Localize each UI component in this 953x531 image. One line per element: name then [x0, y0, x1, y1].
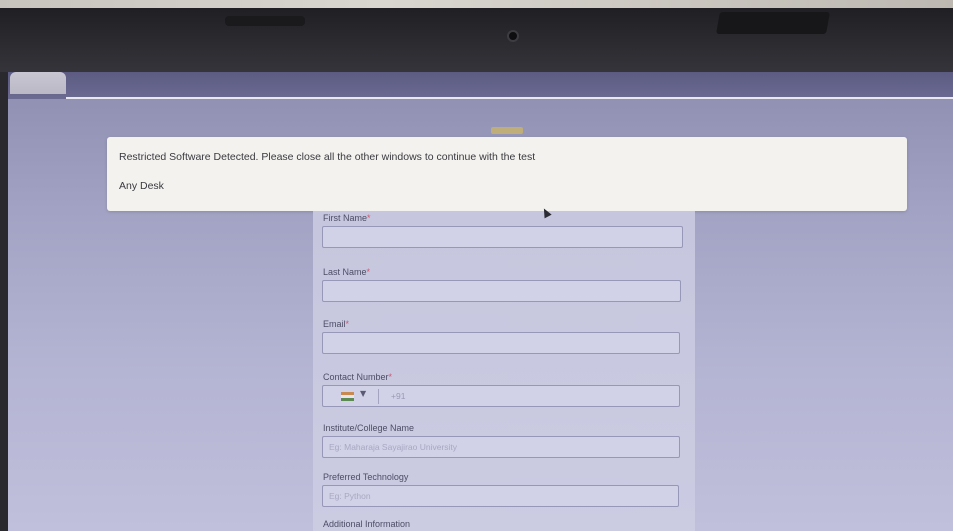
bezel-sensor	[225, 16, 305, 26]
laptop-bezel	[0, 0, 953, 72]
preferred-technology-input[interactable]: Eg: Python	[322, 485, 679, 507]
last-name-label: Last Name*	[323, 267, 371, 277]
dial-code: +91	[391, 391, 406, 401]
alert-message: Restricted Software Detected. Please clo…	[119, 151, 536, 163]
header-logo	[491, 127, 523, 134]
contact-number-label: Contact Number*	[323, 372, 393, 382]
registration-form: First Name* Last Name* Email* Contact Nu…	[313, 211, 695, 531]
contact-number-field[interactable]: ▼ +91	[322, 385, 680, 407]
browser-screen: Restricted Software Detected. Please clo…	[8, 72, 953, 531]
email-input[interactable]	[322, 332, 680, 354]
browser-tab-bar	[8, 72, 953, 99]
browser-tab[interactable]	[10, 72, 66, 94]
restricted-software-alert: Restricted Software Detected. Please clo…	[107, 137, 907, 211]
first-name-input[interactable]	[322, 226, 683, 248]
india-flag-icon[interactable]	[341, 392, 354, 401]
tab-bar-divider	[66, 97, 953, 99]
bezel-speaker	[716, 12, 830, 34]
additional-information-label: Additional Information	[323, 519, 411, 529]
institute-input[interactable]: Eg: Maharaja Sayajirao University	[322, 436, 680, 458]
phone-separator	[378, 389, 379, 404]
preferred-technology-label: Preferred Technology	[323, 472, 409, 482]
chevron-down-icon[interactable]: ▼	[360, 389, 366, 398]
alert-detected-app: Any Desk	[119, 180, 164, 192]
last-name-input[interactable]	[322, 280, 681, 302]
webcam-icon	[507, 30, 519, 42]
institute-label: Institute/College Name	[323, 423, 415, 433]
email-label: Email*	[323, 319, 350, 329]
bezel-glare	[0, 0, 953, 8]
first-name-label: First Name*	[323, 213, 371, 223]
